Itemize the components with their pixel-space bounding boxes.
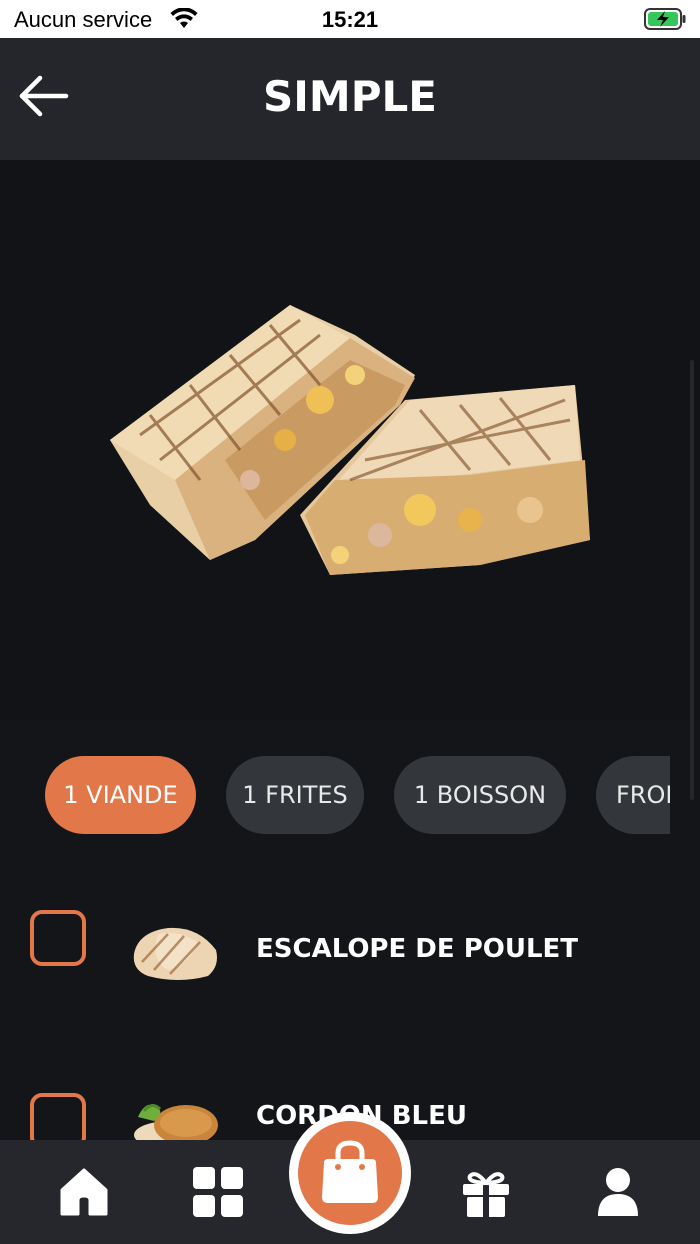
category-chips: 1 VIANDE 1 FRITES 1 BOISSON FROMAGE bbox=[0, 756, 670, 836]
page-title: SIMPLE bbox=[263, 72, 437, 121]
chip-fromage[interactable]: FROMAGE bbox=[596, 756, 670, 834]
checkbox[interactable] bbox=[30, 910, 86, 966]
battery-charging-icon bbox=[644, 8, 686, 30]
cart-button-fill bbox=[298, 1121, 402, 1225]
nav-rewards[interactable] bbox=[458, 1164, 514, 1220]
wrap-sandwich-image bbox=[110, 305, 590, 575]
chip-boisson[interactable]: 1 BOISSON bbox=[394, 756, 566, 834]
chip-frites[interactable]: 1 FRITES bbox=[226, 756, 364, 834]
chip-viande[interactable]: 1 VIANDE bbox=[45, 756, 196, 834]
shopping-bag-icon bbox=[322, 1140, 378, 1203]
grid-icon bbox=[193, 1167, 243, 1217]
hero-image-area bbox=[0, 160, 700, 800]
option-label: ESCALOPE DE POULET bbox=[256, 934, 579, 964]
cart-button[interactable] bbox=[289, 1112, 411, 1234]
nav-profile[interactable] bbox=[590, 1164, 646, 1220]
user-icon bbox=[598, 1168, 638, 1216]
nav-home[interactable] bbox=[56, 1164, 112, 1220]
scrollbar[interactable] bbox=[690, 360, 694, 800]
home-icon bbox=[60, 1168, 108, 1216]
gift-icon bbox=[463, 1172, 509, 1217]
grilled-chicken-image bbox=[133, 927, 217, 980]
clock: 15:21 bbox=[321, 7, 379, 32]
app-header: SIMPLE bbox=[0, 38, 700, 160]
nav-menu[interactable] bbox=[190, 1164, 246, 1220]
status-bar: Aucun service 15:21 bbox=[0, 0, 700, 38]
option-escalope-de-poulet[interactable]: ESCALOPE DE POULET bbox=[0, 890, 700, 1010]
